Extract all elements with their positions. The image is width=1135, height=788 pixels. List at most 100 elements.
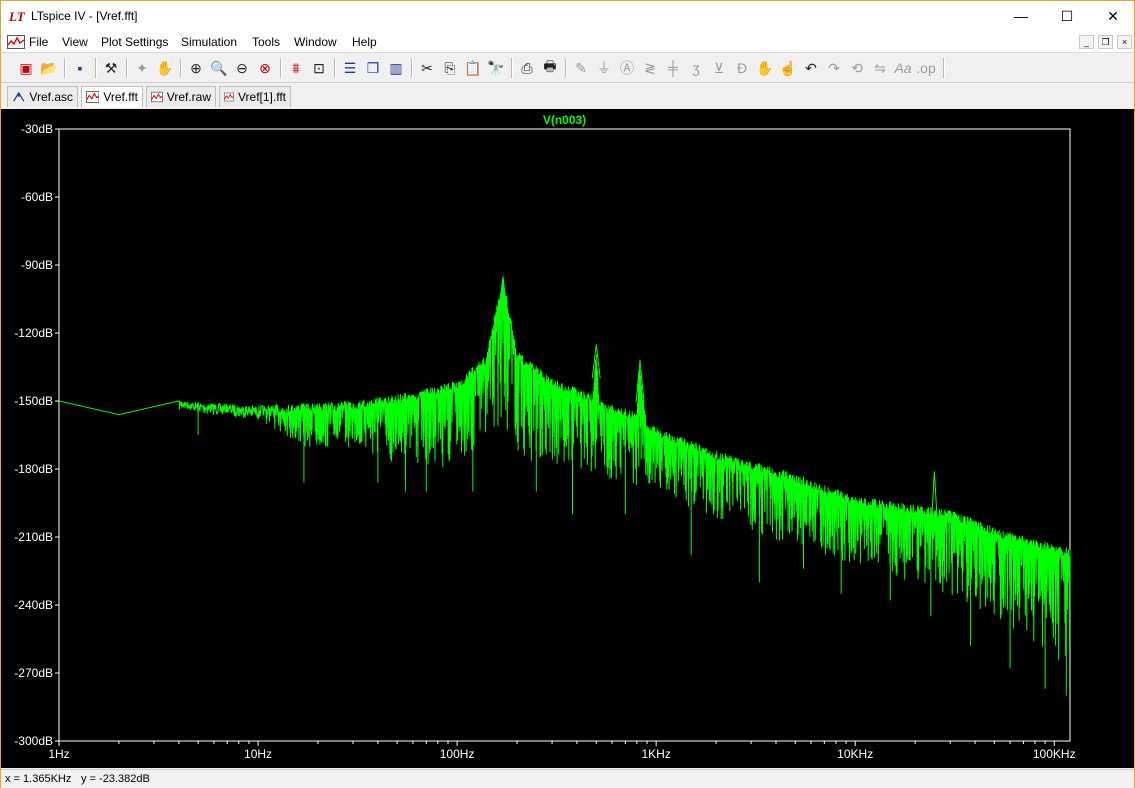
menu-tools[interactable]: Tools bbox=[252, 35, 280, 49]
text-icon[interactable]: Aa bbox=[892, 57, 914, 79]
open-icon[interactable]: 📂 bbox=[38, 57, 60, 79]
cursor-y-readout: y = -23.382dB bbox=[81, 773, 150, 785]
mdi-minimize-button[interactable]: _ bbox=[1079, 35, 1094, 49]
zoom-cancel-icon[interactable]: ⊗ bbox=[254, 57, 276, 79]
tab-vref-fft[interactable]: Vref.fft bbox=[81, 86, 143, 107]
trace-title: V(n003) bbox=[543, 113, 586, 127]
application-window: LT LTspice IV - [Vref.fft] — ☐ ✕ File Vi… bbox=[0, 0, 1135, 788]
toolbar-separator bbox=[180, 58, 181, 78]
tab-vref-asc[interactable]: Vref.asc bbox=[7, 86, 78, 107]
y-tick-label: -180dB bbox=[14, 462, 53, 476]
x-tick-label: 100Hz bbox=[440, 747, 475, 761]
capacitor-icon[interactable]: ╪ bbox=[662, 57, 684, 79]
maximize-icon: ☐ bbox=[1060, 7, 1074, 24]
tab-label: Vref.raw bbox=[166, 90, 211, 104]
toolbar-separator bbox=[334, 58, 335, 78]
menu-window[interactable]: Window bbox=[294, 35, 337, 49]
close-icon: ✕ bbox=[1107, 7, 1119, 24]
menu-file[interactable]: File bbox=[29, 35, 48, 49]
close-button[interactable]: ✕ bbox=[1090, 1, 1135, 31]
tab-label: Vref[1].fft bbox=[237, 90, 286, 104]
autorange-icon[interactable]: ⩩ bbox=[285, 57, 307, 79]
y-tick-label: -300dB bbox=[14, 734, 53, 748]
paste-icon[interactable]: 📋 bbox=[462, 57, 484, 79]
waveform-icon bbox=[224, 92, 234, 102]
x-tick-label: 100KHz bbox=[1033, 747, 1076, 761]
wire-icon[interactable]: ✎ bbox=[570, 57, 592, 79]
cut-icon[interactable]: ✂ bbox=[416, 57, 438, 79]
minimize-button[interactable]: — bbox=[998, 1, 1044, 31]
tab-label: Vref.fft bbox=[103, 90, 138, 104]
maximize-button[interactable]: ☐ bbox=[1044, 1, 1090, 31]
mirror-icon[interactable]: ⇋ bbox=[869, 57, 891, 79]
marker-icon[interactable]: ⊡ bbox=[308, 57, 330, 79]
mdi-close-button[interactable]: × bbox=[1117, 35, 1132, 49]
tile-horizontal-icon[interactable]: ☰ bbox=[339, 57, 361, 79]
toolbar-separator bbox=[411, 58, 412, 78]
menu-simulation[interactable]: Simulation bbox=[181, 35, 237, 49]
tile-vertical-icon[interactable]: ▥ bbox=[385, 57, 407, 79]
new-schematic-icon[interactable]: ▣ bbox=[15, 57, 37, 79]
diode-icon[interactable]: ⊻ bbox=[708, 57, 730, 79]
cursor-x-readout: x = 1.365KHz bbox=[5, 773, 72, 785]
run-icon[interactable]: ✦ bbox=[131, 57, 153, 79]
y-tick-label: -270dB bbox=[14, 666, 53, 680]
y-tick-label: -150dB bbox=[14, 394, 53, 408]
x-tick-label: 1KHz bbox=[641, 747, 670, 761]
toolbar-separator bbox=[565, 58, 566, 78]
app-logo: LT bbox=[9, 9, 25, 24]
tab-vref1-fft[interactable]: Vref[1].fft bbox=[219, 86, 291, 107]
menu-view[interactable]: View bbox=[62, 35, 88, 49]
document-tabs: Vref.asc Vref.fft Vref.raw Vref[1].fft bbox=[1, 84, 1134, 109]
document-waveform-icon[interactable] bbox=[7, 35, 25, 49]
inductor-icon[interactable]: ʒ bbox=[685, 57, 707, 79]
toolbar-separator bbox=[280, 58, 281, 78]
toolbar-separator bbox=[95, 58, 96, 78]
toolbar-separator bbox=[511, 58, 512, 78]
waveform-icon bbox=[86, 91, 100, 103]
component-icon[interactable]: Ð bbox=[731, 57, 753, 79]
redo-icon[interactable]: ↷ bbox=[823, 57, 845, 79]
zoom-in-icon[interactable]: ⊕ bbox=[185, 57, 207, 79]
x-tick-label: 1Hz bbox=[48, 747, 69, 761]
control-panel-icon[interactable]: ⚒ bbox=[100, 57, 122, 79]
waveform-viewer[interactable]: V(n003) -30dB -60dB -90dB -120dB -150dB -180dB… bbox=[1, 109, 1134, 768]
status-bar: x = 1.365KHz y = -23.382dB bbox=[1, 769, 1134, 788]
y-tick-label: -120dB bbox=[14, 326, 53, 340]
mdi-restore-button[interactable]: ❐ bbox=[1098, 35, 1113, 49]
halt-icon[interactable]: ✋ bbox=[154, 57, 176, 79]
toolbar-separator bbox=[126, 58, 127, 78]
save-icon[interactable]: ▪ bbox=[69, 57, 91, 79]
resistor-icon[interactable]: ≷ bbox=[639, 57, 661, 79]
zoom-area-icon[interactable]: 🔍 bbox=[208, 57, 230, 79]
y-tick-label: -60dB bbox=[21, 190, 53, 204]
tab-label: Vref.asc bbox=[29, 90, 73, 104]
schematic-icon bbox=[13, 91, 25, 102]
window-title: LTspice IV - [Vref.fft] bbox=[31, 9, 138, 23]
menu-help[interactable]: Help bbox=[352, 35, 377, 49]
x-tick-label: 10KHz bbox=[837, 747, 873, 761]
toolbar-separator bbox=[64, 58, 65, 78]
rotate-icon[interactable]: ⟲ bbox=[846, 57, 868, 79]
drag-icon[interactable]: ☝ bbox=[777, 57, 799, 79]
ground-icon[interactable]: ⏚ bbox=[593, 57, 615, 79]
zoom-out-icon[interactable]: ⊖ bbox=[231, 57, 253, 79]
menu-plot-settings[interactable]: Plot Settings bbox=[101, 35, 168, 49]
y-tick-label: -30dB bbox=[21, 122, 53, 136]
copy-icon[interactable]: ⎘ bbox=[439, 57, 461, 79]
undo-icon[interactable]: ↶ bbox=[800, 57, 822, 79]
toolbar: ▣ 📂 ▪ ⚒ ✦ ✋ ⊕ 🔍 ⊖ ⊗ ⩩ ⊡ ☰ ❐ ▥ ✂ ⎘ 📋 🔭 ⎙ … bbox=[1, 54, 1134, 83]
print-icon[interactable]: 🖶 bbox=[539, 57, 561, 79]
cascade-icon[interactable]: ❐ bbox=[362, 57, 384, 79]
spice-directive-icon[interactable]: .op bbox=[915, 57, 937, 79]
print-setup-icon[interactable]: ⎙ bbox=[516, 57, 538, 79]
trace-v-n003 bbox=[58, 279, 1071, 661]
find-icon[interactable]: 🔭 bbox=[485, 57, 507, 79]
label-icon[interactable]: Ⓐ bbox=[616, 57, 638, 79]
minimize-icon: — bbox=[1014, 8, 1028, 24]
move-icon[interactable]: ✋ bbox=[754, 57, 776, 79]
waveform-icon bbox=[151, 91, 163, 103]
tab-vref-raw[interactable]: Vref.raw bbox=[146, 86, 216, 107]
fft-plot[interactable]: V(n003) -30dB -60dB -90dB -120dB -150dB -180dB… bbox=[1, 109, 1134, 768]
x-tick-label: 10Hz bbox=[244, 747, 272, 761]
